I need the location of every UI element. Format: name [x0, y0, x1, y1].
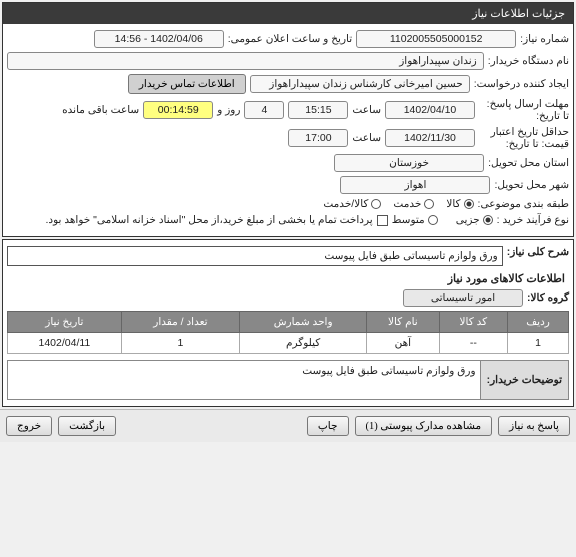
answer-time-value: 15:15: [288, 101, 348, 119]
treasury-checkbox[interactable]: [377, 215, 388, 226]
radio-dot-icon: [464, 199, 474, 209]
cell-row: 1: [508, 333, 569, 354]
items-title: اطلاعات کالاهای مورد نیاز: [11, 272, 565, 285]
province-label: استان محل تحویل:: [488, 157, 569, 169]
th-unit: واحد شمارش: [240, 312, 367, 333]
cell-code: --: [439, 333, 508, 354]
roz-label: روز و: [217, 104, 240, 116]
requester-label: ایجاد کننده درخواست:: [474, 78, 569, 90]
days-remain-value: 4: [244, 101, 284, 119]
main-header-title: جزئیات اطلاعات نیاز: [472, 8, 565, 20]
desc-label: شرح کلی نیاز:: [507, 246, 569, 258]
table-row: 1 -- آهن کیلوگرم 1 1402/04/11: [8, 333, 569, 354]
valid-deadline-label: حداقل تاریخ اعتبار قیمت: تا تاریخ:: [479, 126, 569, 150]
cell-unit: کیلوگرم: [240, 333, 367, 354]
radio-jozi-label: جزیی: [456, 214, 480, 226]
need-number-value: 1102005505000152: [356, 30, 516, 48]
th-qty: تعداد / مقدار: [121, 312, 239, 333]
exit-button[interactable]: خروج: [6, 416, 52, 436]
radio-motavaset[interactable]: متوسط: [392, 214, 438, 226]
city-label: شهر محل تحویل:: [494, 179, 569, 191]
buyer-org-value: زندان سپیداراهواز: [7, 52, 484, 70]
remain-label: ساعت باقی مانده: [62, 104, 139, 116]
reply-button[interactable]: پاسخ به نیاز: [498, 416, 570, 436]
buyer-org-label: نام دستگاه خریدار:: [488, 55, 569, 67]
main-header: جزئیات اطلاعات نیاز: [3, 3, 573, 24]
radio-khedmat-label: خدمت: [393, 198, 421, 210]
radio-dot-icon: [371, 199, 381, 209]
buyer-notes-row: توضیحات خریدار: ورق ولوازم تاسیساتی طبق …: [7, 360, 569, 400]
category-radio-group: کالا خدمت کالا/خدمت: [323, 198, 473, 210]
radio-jozi[interactable]: جزیی: [456, 214, 493, 226]
valid-date-value: 1402/11/30: [385, 129, 475, 147]
buytype-radio-group: جزیی متوسط: [392, 214, 493, 226]
th-code: کد کالا: [439, 312, 508, 333]
contact-info-button[interactable]: اطلاعات تماس خریدار: [128, 74, 246, 94]
public-date-value: 1402/04/06 - 14:56: [94, 30, 224, 48]
radio-dot-icon: [428, 215, 438, 225]
cell-name: آهن: [367, 333, 439, 354]
answer-date-value: 1402/04/10: [385, 101, 475, 119]
buyer-notes-label: توضیحات خریدار:: [480, 360, 569, 400]
public-date-label: تاریخ و ساعت اعلان عمومی:: [228, 33, 352, 45]
group-value: امور تاسیساتی: [403, 289, 523, 307]
category-label: طبقه بندی موضوعی:: [478, 198, 569, 210]
radio-kala-label: کالا: [446, 198, 460, 210]
radio-kalakhedmat-label: کالا/خدمت: [323, 198, 368, 210]
th-name: نام کالا: [367, 312, 439, 333]
valid-time-value: 17:00: [288, 129, 348, 147]
attachments-button[interactable]: مشاهده مدارک پیوستی (1): [355, 416, 493, 436]
items-table: ردیف کد کالا نام کالا واحد شمارش تعداد /…: [7, 311, 569, 354]
radio-dot-icon: [483, 215, 493, 225]
radio-kala-khedmat[interactable]: کالا/خدمت: [323, 198, 381, 210]
th-row: ردیف: [508, 312, 569, 333]
radio-motavaset-label: متوسط: [392, 214, 425, 226]
footer-bar: پاسخ به نیاز مشاهده مدارک پیوستی (1) چاپ…: [0, 409, 576, 442]
cell-date: 1402/04/11: [8, 333, 122, 354]
desc-value: ورق ولوازم تاسیساتی طبق فایل پیوست: [7, 246, 503, 266]
cell-qty: 1: [121, 333, 239, 354]
need-number-label: شماره نیاز:: [520, 33, 569, 45]
group-label: گروه کالا:: [527, 292, 569, 304]
province-value: خوزستان: [334, 154, 484, 172]
back-button[interactable]: بازگشت: [58, 416, 116, 436]
saat-label-1: ساعت: [352, 104, 381, 116]
treasury-note: پرداخت تمام یا بخشی از مبلغ خرید،از محل …: [46, 214, 373, 226]
requester-value: حسین امیرخانی کارشناس زندان سپیداراهواز: [250, 75, 470, 93]
th-date: تاریخ نیاز: [8, 312, 122, 333]
buyer-notes-value: ورق ولوازم تاسیساتی طبق فایل پیوست: [7, 360, 480, 400]
print-button[interactable]: چاپ: [307, 416, 349, 436]
radio-kala[interactable]: کالا: [446, 198, 473, 210]
answer-deadline-label: مهلت ارسال پاسخ: تا تاریخ:: [479, 98, 569, 122]
saat-label-2: ساعت: [352, 132, 381, 144]
remain-time-value: 00:14:59: [143, 101, 213, 119]
city-value: اهواز: [340, 176, 490, 194]
radio-khedmat[interactable]: خدمت: [393, 198, 434, 210]
buytype-label: نوع فرآیند خرید :: [497, 214, 569, 226]
radio-dot-icon: [424, 199, 434, 209]
